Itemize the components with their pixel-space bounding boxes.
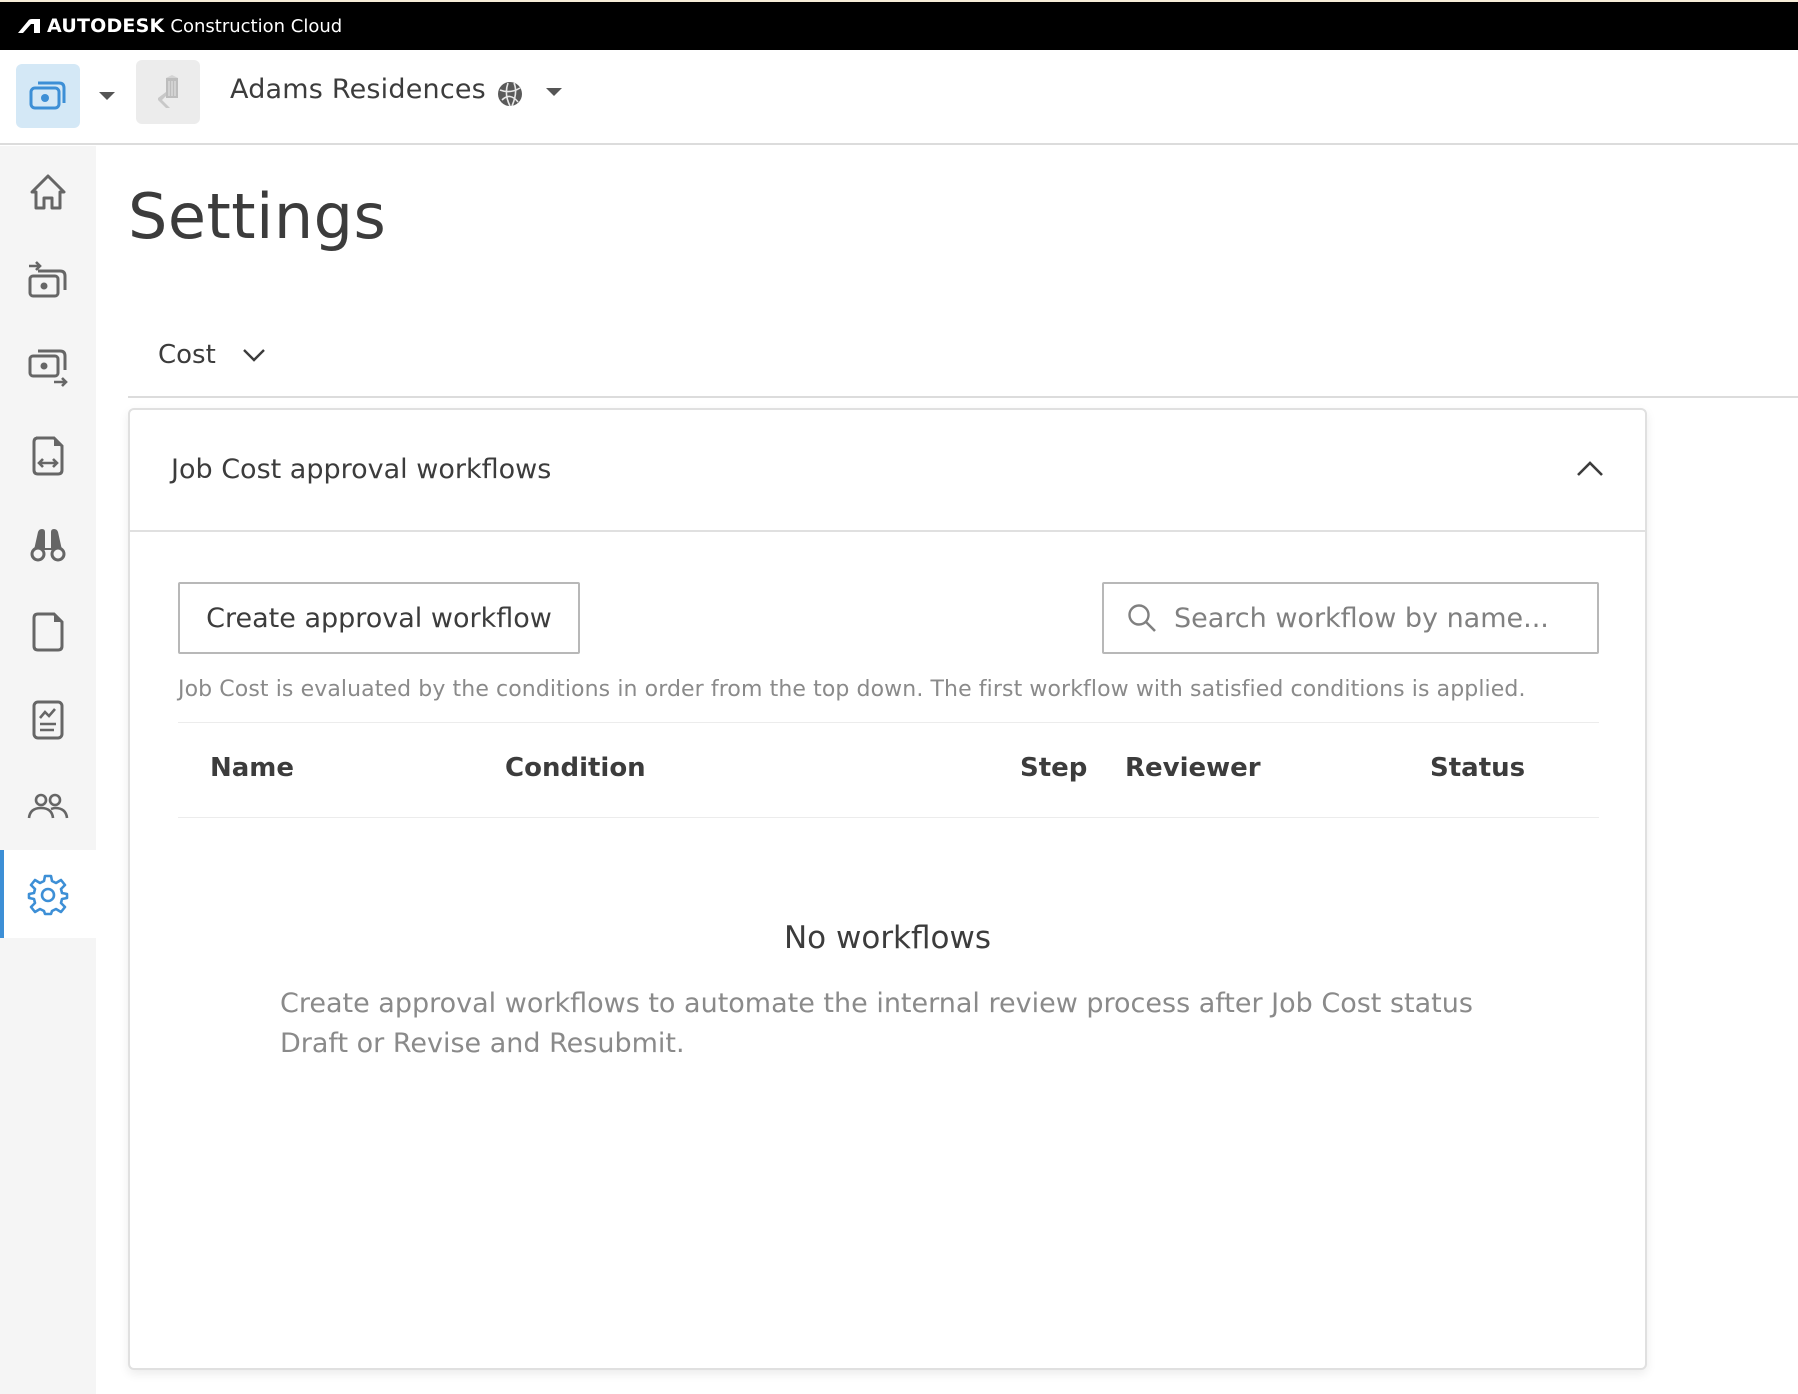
settings-tab-bar: Cost xyxy=(128,330,1798,398)
project-switcher-caret-icon[interactable] xyxy=(546,88,562,96)
card-title: Job Cost approval workflows xyxy=(171,454,552,485)
tab-cost[interactable]: Cost xyxy=(158,340,266,370)
column-header-name[interactable]: Name xyxy=(210,753,294,783)
sidebar-item-forecast[interactable] xyxy=(0,500,96,588)
page-title: Settings xyxy=(128,180,387,253)
sidebar-item-change-orders[interactable] xyxy=(0,412,96,500)
column-header-step[interactable]: Step xyxy=(1020,753,1087,783)
sidebar-item-cost[interactable] xyxy=(0,324,96,412)
column-header-status[interactable]: Status xyxy=(1430,753,1525,783)
sidebar-item-reports[interactable] xyxy=(0,676,96,764)
empty-state-title: No workflows xyxy=(783,920,992,956)
create-approval-workflow-button[interactable]: Create approval workflow xyxy=(178,582,580,654)
binoculars-icon xyxy=(30,529,66,562)
empty-state-description: Create approval workflows to automate th… xyxy=(280,988,1473,1059)
report-icon xyxy=(32,700,64,740)
members-icon xyxy=(27,793,69,819)
product-name: Construction Cloud xyxy=(170,15,343,37)
app-switcher-caret-icon[interactable] xyxy=(99,92,115,100)
project-thumbnail xyxy=(136,60,200,124)
brand-bar: AUTODESK Construction Cloud xyxy=(0,0,1798,50)
sidebar-item-members[interactable] xyxy=(0,764,96,852)
sidebar-item-budget[interactable] xyxy=(0,236,96,324)
column-header-reviewer[interactable]: Reviewer xyxy=(1125,753,1261,783)
evaluation-help-text: Job Cost is evaluated by the conditions … xyxy=(178,677,1526,702)
home-icon xyxy=(30,174,66,210)
globe-icon xyxy=(498,82,522,107)
card-header[interactable]: Job Cost approval workflows xyxy=(130,410,1645,532)
sidebar xyxy=(0,146,96,1394)
brand-name: AUTODESK xyxy=(47,15,165,37)
change-orders-icon xyxy=(32,436,64,476)
sidebar-item-home[interactable] xyxy=(0,148,96,236)
search-box[interactable] xyxy=(1102,582,1599,654)
project-name[interactable]: Adams Residences xyxy=(230,74,486,105)
chevron-up-icon[interactable] xyxy=(1575,458,1605,478)
search-icon xyxy=(1128,604,1156,632)
app-switcher-button[interactable] xyxy=(16,64,80,128)
chevron-down-icon xyxy=(242,349,265,362)
sidebar-item-files[interactable] xyxy=(0,588,96,676)
tab-cost-label: Cost xyxy=(158,340,216,370)
file-icon xyxy=(32,612,64,652)
budget-in-icon xyxy=(28,261,67,298)
building-icon xyxy=(158,75,178,108)
cost-out-icon xyxy=(28,349,68,387)
approval-workflows-card: Job Cost approval workflows Create appro… xyxy=(128,408,1647,1370)
cost-management-icon xyxy=(29,81,66,110)
project-header: Adams Residences xyxy=(0,50,1798,145)
autodesk-logo-icon xyxy=(18,19,40,33)
sidebar-item-settings[interactable] xyxy=(0,850,96,938)
column-header-condition[interactable]: Condition xyxy=(505,753,646,783)
search-workflow-input[interactable] xyxy=(1174,602,1594,634)
workflow-table-header: Name Condition Step Reviewer Status xyxy=(178,722,1599,818)
gear-icon xyxy=(27,874,69,916)
